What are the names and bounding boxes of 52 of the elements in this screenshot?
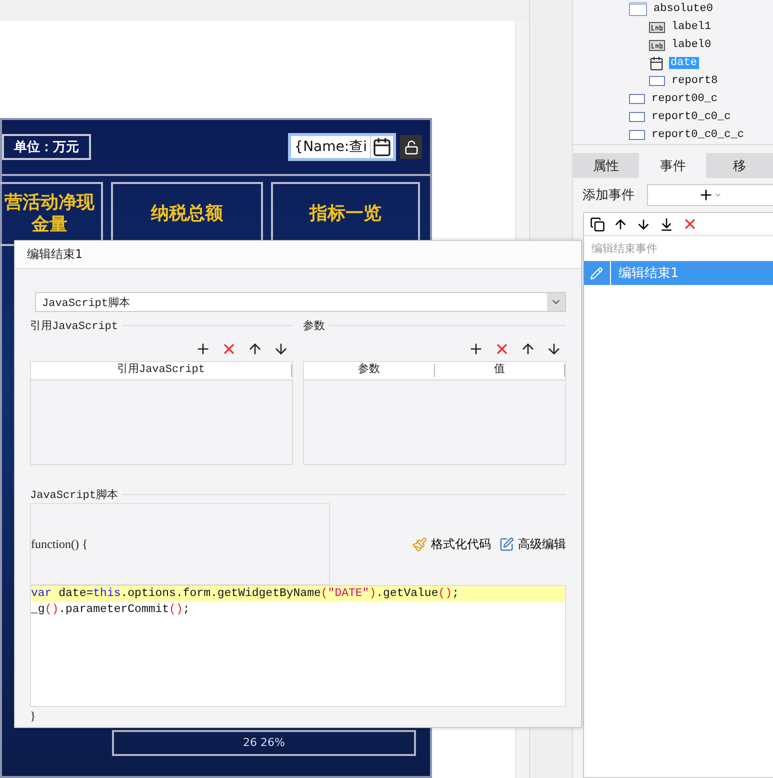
calendar-icon[interactable] <box>372 137 392 157</box>
delete-button[interactable] <box>221 341 237 357</box>
advanced-edit-button[interactable]: 高级编辑 <box>499 536 566 552</box>
group-title: 参数 <box>303 319 325 333</box>
move-up-button[interactable] <box>612 216 628 232</box>
unlock-icon[interactable] <box>400 135 422 159</box>
add-event-label: 添加事件 <box>582 187 635 204</box>
column-header: 引用JavaScript <box>31 364 292 377</box>
panel-tab[interactable]: 移 <box>706 153 773 178</box>
tree-item[interactable]: label0 <box>670 39 714 51</box>
table-cell: 26 26% <box>112 730 416 756</box>
column-header: 值 <box>434 364 565 377</box>
function-header: function() { <box>31 536 88 552</box>
group-title: 引用JavaScript <box>30 319 118 333</box>
add-button[interactable] <box>468 341 484 357</box>
rectangle-icon <box>628 94 645 104</box>
tree-item[interactable]: report0_c0_c_c <box>650 129 746 141</box>
rectangle-icon <box>628 112 645 122</box>
caret-icon <box>714 191 722 199</box>
edit-icon <box>499 536 514 552</box>
delete-button[interactable] <box>494 341 510 357</box>
format-code-button[interactable]: 格式化代码 <box>412 536 491 552</box>
rectangle-icon <box>648 76 665 86</box>
group-title: JavaScript脚本 <box>30 488 118 502</box>
brush-icon <box>412 536 427 552</box>
calendar-icon <box>648 56 664 70</box>
code-editor[interactable]: var date=this.options.form.getWidgetByName("DATE").getValue(); _g().parameterCommit(); <box>30 585 566 707</box>
rectangle-icon <box>628 130 645 140</box>
label-icon <box>648 22 665 32</box>
add-button[interactable] <box>195 341 211 357</box>
date-field[interactable]: {Name:查i <box>288 133 396 161</box>
move-down-button[interactable] <box>546 341 562 357</box>
panel-tab[interactable]: 属性 <box>572 153 640 178</box>
label-icon <box>648 40 665 50</box>
tree-item[interactable]: label1 <box>670 21 714 33</box>
dialog-title: 编辑结束1 <box>15 241 581 269</box>
column-header: 参数 <box>304 364 434 377</box>
pencil-icon <box>590 266 604 280</box>
type-select[interactable]: JavaScript脚本 <box>35 292 566 312</box>
move-up-button[interactable] <box>247 341 263 357</box>
move-up-button[interactable] <box>520 341 536 357</box>
unit-label: 单位：万元 <box>2 134 91 160</box>
move-down-button[interactable] <box>636 216 651 232</box>
event-list-header: 编辑结束事件 <box>590 241 659 257</box>
tree-item[interactable]: report00_c <box>650 93 720 105</box>
function-footer: } <box>30 709 566 724</box>
copy-button[interactable] <box>590 216 605 232</box>
tree-item[interactable]: report8 <box>670 75 720 87</box>
tree-item[interactable]: absolute0 <box>652 3 715 15</box>
move-bottom-button[interactable] <box>658 216 674 232</box>
tree-item[interactable]: report0_c0_c <box>650 111 733 123</box>
move-down-button[interactable] <box>273 341 289 357</box>
